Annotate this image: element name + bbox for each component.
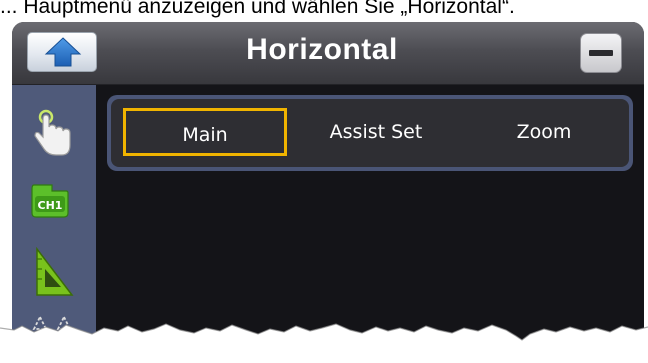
up-arrow-icon bbox=[44, 37, 82, 67]
window-title: Horizontal bbox=[246, 33, 398, 66]
manual-caption: ... Hauptmenü anzuzeigen und wählen Sie … bbox=[0, 0, 515, 18]
tab-bar: Main Assist Set Zoom bbox=[107, 95, 633, 171]
minimize-button[interactable] bbox=[580, 33, 622, 73]
tab-bar-inner: Main Assist Set Zoom bbox=[111, 99, 629, 167]
horizontal-window: Horizontal CH1 Main Assist Set Zoom bbox=[12, 22, 644, 352]
tab-zoom[interactable]: Zoom bbox=[471, 108, 617, 156]
screenshot: ... Hauptmenü anzuzeigen und wählen Sie … bbox=[0, 0, 648, 363]
minimize-icon bbox=[589, 50, 613, 56]
ch1-label: CH1 bbox=[38, 199, 63, 212]
titlebar: Horizontal bbox=[12, 22, 644, 85]
up-button[interactable] bbox=[27, 32, 97, 72]
tab-main[interactable]: Main bbox=[123, 108, 287, 156]
ch1-channel-icon[interactable]: CH1 bbox=[30, 183, 70, 224]
torn-paper-edge bbox=[0, 323, 648, 363]
tab-assist-set[interactable]: Assist Set bbox=[301, 108, 451, 156]
ruler-triangle-icon[interactable] bbox=[34, 246, 74, 302]
touch-hand-icon[interactable] bbox=[32, 107, 76, 164]
